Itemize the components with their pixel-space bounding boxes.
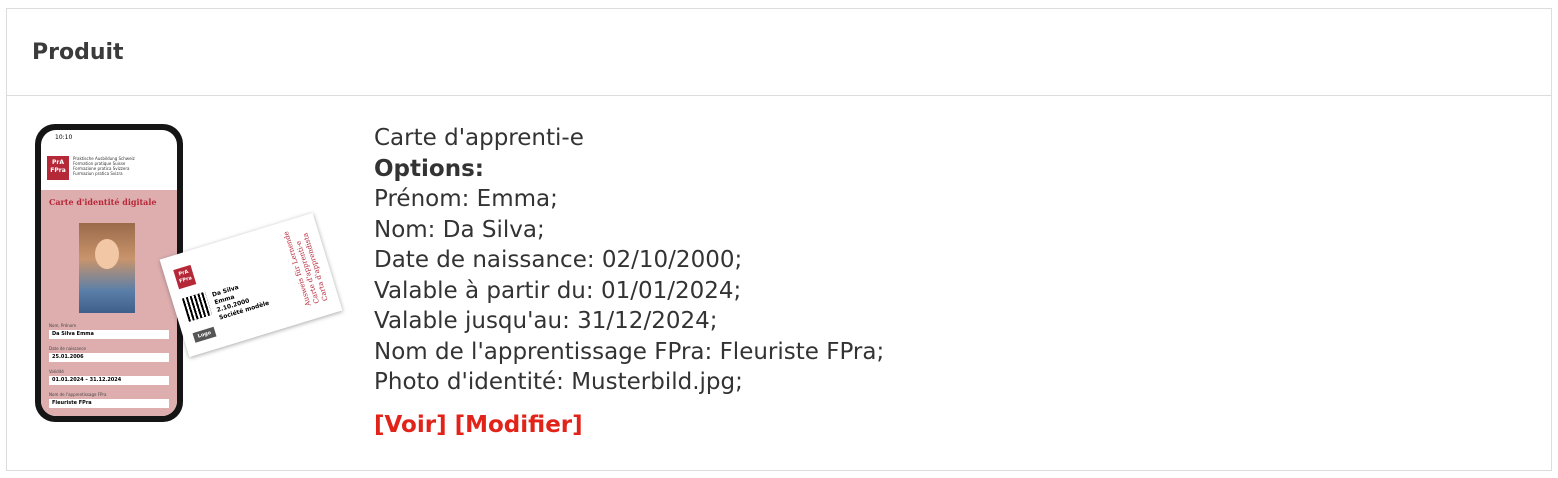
field-label: Nom de l'apprentissage FPra: [49, 392, 107, 397]
card-holder: Da Silva Emma 2.10.2000 Société modèle: [211, 277, 270, 323]
card-brand-logo: PrA FPra: [173, 264, 197, 290]
option-line: Valable jusqu'au: 31/12/2024;: [374, 308, 718, 334]
field-label: Date de naissance: [49, 346, 87, 351]
field-label: Nom, Prénom: [49, 323, 77, 328]
edit-link[interactable]: [Modifier]: [455, 412, 583, 438]
id-photo-face: [95, 239, 119, 269]
options-label: Options:: [374, 155, 484, 182]
product-actions: [Voir] [Modifier]: [374, 412, 583, 438]
field-value: Da Silva Emma: [49, 330, 169, 339]
card-logo: Logo: [192, 326, 217, 343]
option-line: Prénom: Emma;: [374, 186, 558, 212]
option-line: Valable à partir du: 01/01/2024;: [374, 277, 742, 304]
phone-screen: 10:10 PrA FPra Praktische Ausbildung Sch…: [41, 130, 177, 416]
field-value: Fleuriste FPra: [49, 399, 169, 408]
product-image: 10:10 PrA FPra Praktische Ausbildung Sch…: [33, 124, 343, 424]
physical-id-card: PrA FPra Da Silva Emma 2.10.2000 Société…: [159, 212, 343, 358]
digital-id-card: Carte d'identité digitale Nom, Prénom Da…: [41, 190, 177, 416]
field-value: 25.01.2006: [49, 353, 169, 362]
phone-mockup: 10:10 PrA FPra Praktische Ausbildung Sch…: [35, 124, 183, 422]
brand-lines: Praktische Ausbildung Schweiz Formation …: [73, 156, 135, 176]
brand-line: Furmaziun pratica Svizra: [73, 171, 123, 176]
product-details: Carte d'apprenti-e Options: Prénom: Emma…: [374, 123, 884, 398]
brand-logo: PrA FPra: [47, 156, 69, 180]
table-header: Produit: [7, 9, 1551, 96]
view-link[interactable]: [Voir]: [374, 412, 447, 438]
id-photo: [79, 223, 135, 313]
card-vertical-text: Ausweis für Lernende Carte d'apprenti-e …: [282, 225, 331, 307]
digital-id-title: Carte d'identité digitale: [49, 197, 157, 207]
option-line: Nom: Da Silva;: [374, 216, 545, 243]
table-row: 10:10 PrA FPra Praktische Ausbildung Sch…: [7, 96, 1551, 470]
option-line: Date de naissance: 02/10/2000;: [374, 247, 743, 273]
qr-code-icon: [182, 291, 212, 322]
phone-status-time: 10:10: [55, 134, 73, 141]
product-table: Produit 10:10 PrA FPra Praktische Ausbil…: [6, 8, 1552, 471]
field-label: Validité: [49, 369, 64, 374]
field-value: 01.01.2024 – 31.12.2024: [49, 376, 169, 385]
product-name: Carte d'apprenti-e: [374, 125, 584, 151]
option-line: Photo d'identité: Musterbild.jpg;: [374, 369, 743, 395]
option-line: Nom de l'apprentissage FPra: Fleuriste F…: [374, 338, 885, 365]
column-header-produit: Produit: [32, 39, 124, 65]
